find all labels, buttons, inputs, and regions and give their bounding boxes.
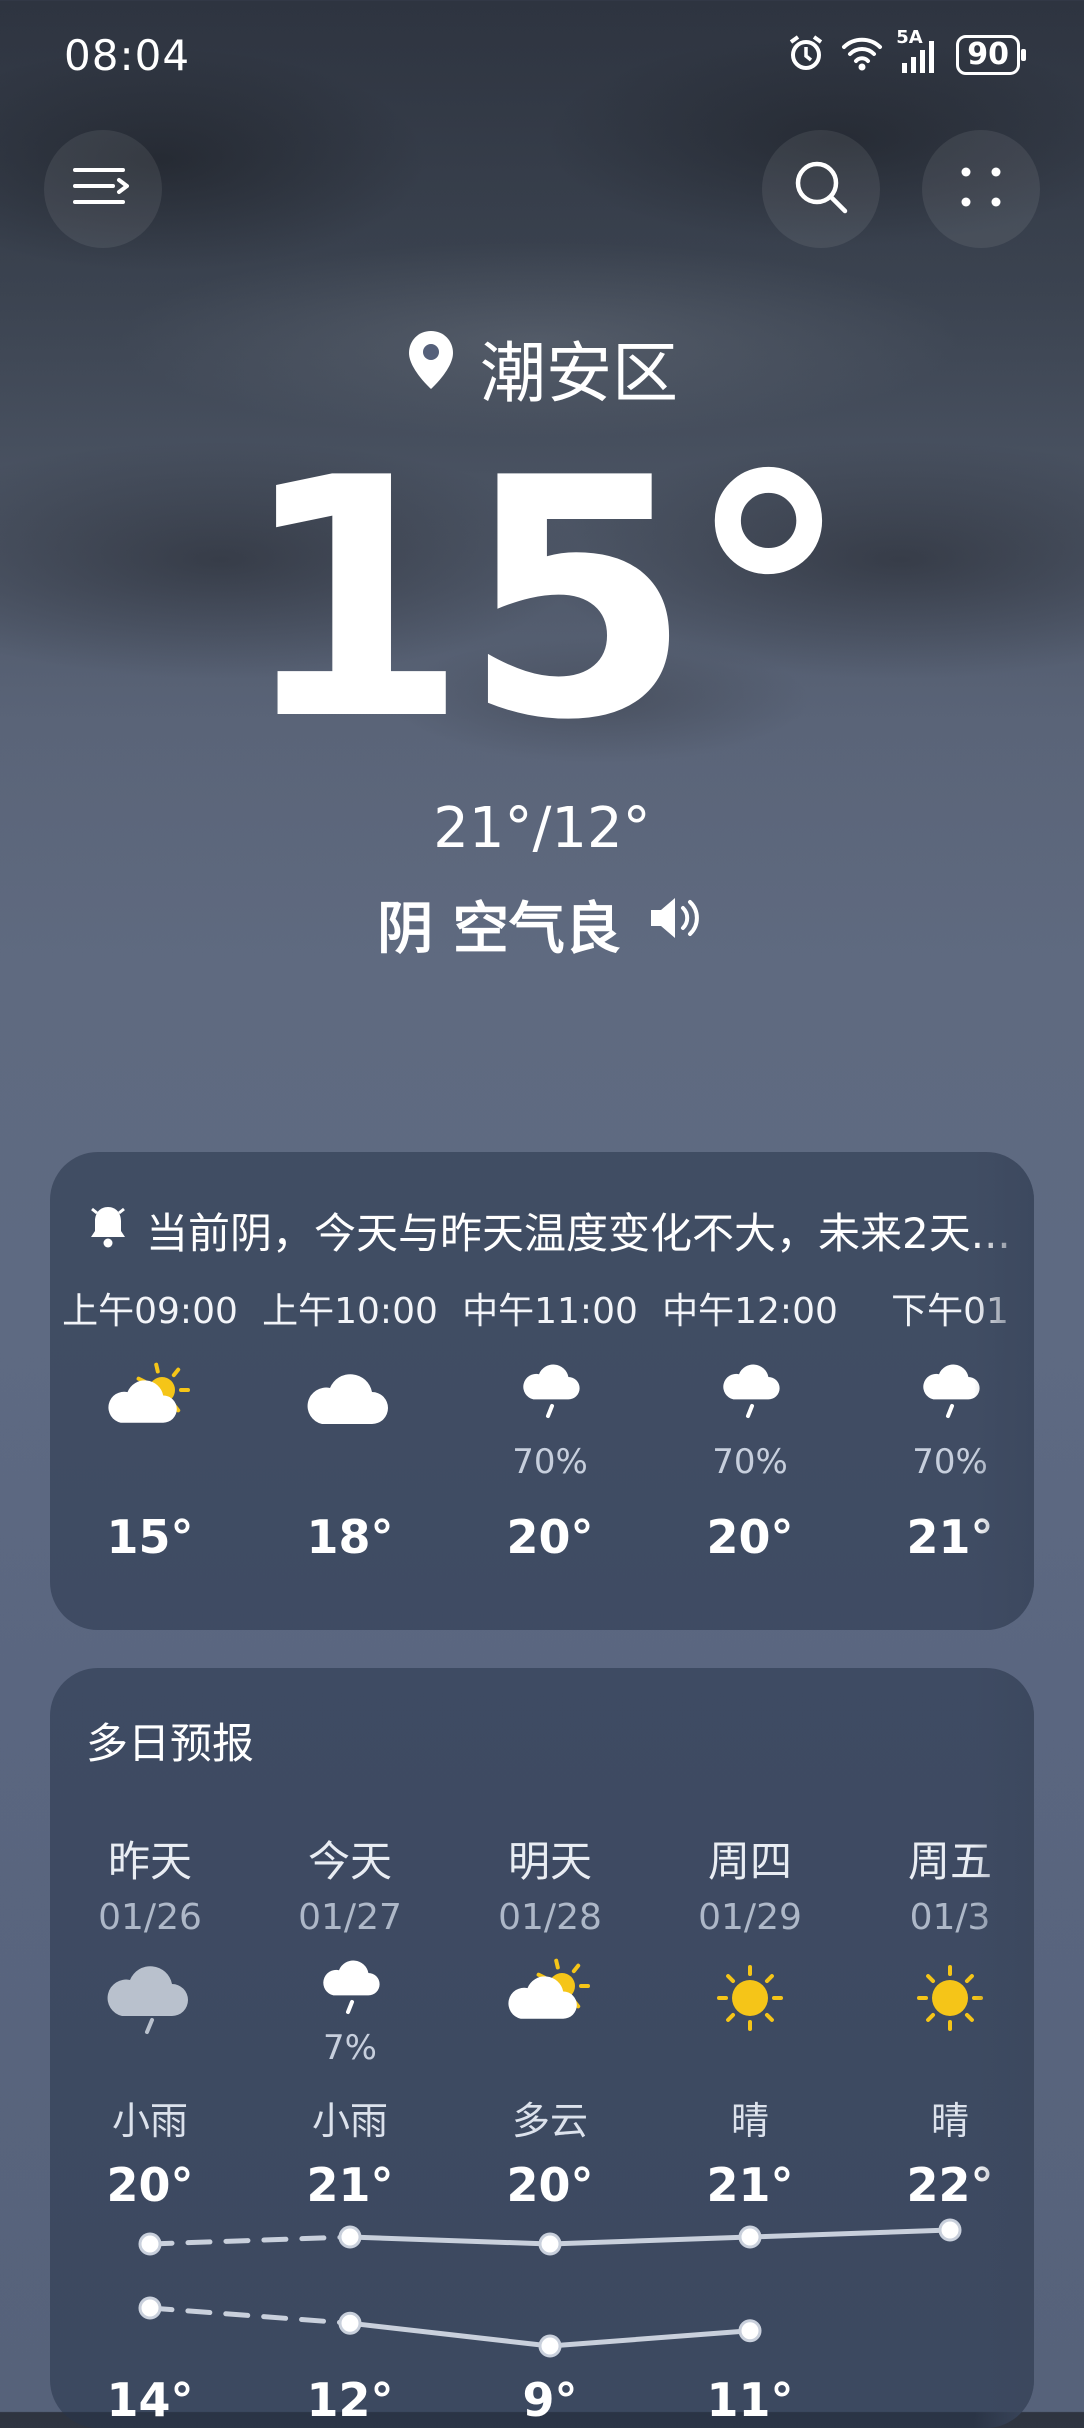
- status-time: 08:04: [64, 30, 191, 80]
- hour-precip: 70%: [712, 1442, 788, 1482]
- hour-item[interactable]: 中午11:00 70% 20°: [450, 1282, 650, 1564]
- low-temp-point: [138, 2296, 162, 2320]
- top-toolbar: [44, 130, 1040, 250]
- search-icon: [791, 157, 851, 221]
- high-temp-point: [538, 2232, 562, 2256]
- hourly-list[interactable]: 上午09:00 15° 上午10:00 18° 中午11:00 70% 20° 中午1…: [50, 1282, 1034, 1622]
- low-temp-point: [338, 2311, 362, 2335]
- status-icons: 5A 90: [786, 27, 1026, 77]
- low-temp-point: [538, 2334, 562, 2358]
- hourly-forecast-card[interactable]: 当前阴，今天与昨天温度变化不大，未来2天... 上午09:00 15° 上午10:…: [50, 1152, 1034, 1630]
- menu-icon: [73, 162, 133, 216]
- network-type: 5A: [896, 27, 923, 48]
- low-temp-segment: [147, 2305, 353, 2326]
- hour-item[interactable]: 中午12:00 70% 20°: [650, 1282, 850, 1564]
- condition-text: 阴 空气良: [377, 897, 621, 962]
- hour-item[interactable]: 上午10:00 18°: [250, 1282, 450, 1564]
- speaker-icon: [647, 892, 707, 957]
- scroll-fade: [974, 1152, 1034, 1630]
- speaker-button[interactable]: [647, 892, 707, 957]
- hour-precip: 70%: [512, 1442, 588, 1482]
- high-temp-point: [938, 2218, 962, 2242]
- high-temp-point: [738, 2225, 762, 2249]
- scroll-fade: [974, 1668, 1034, 2428]
- location-name: 潮安区: [480, 335, 678, 412]
- high-temp-point: [138, 2232, 162, 2256]
- search-button[interactable]: [762, 130, 880, 248]
- hour-time: 上午10:00: [262, 1291, 438, 1332]
- hour-time: 中午11:00: [462, 1291, 638, 1332]
- alert-text: 当前阴，今天与昨天温度变化不大，未来2天...: [146, 1209, 1011, 1258]
- high-temp-segment: [347, 2234, 553, 2247]
- high-temp-point: [338, 2225, 362, 2249]
- low-temp-point: [738, 2319, 762, 2343]
- hour-time: 中午12:00: [662, 1291, 838, 1332]
- grid-dots-icon: [956, 162, 1006, 216]
- hour-time: 上午09:00: [62, 1291, 238, 1332]
- hour-item[interactable]: 上午09:00 15°: [50, 1282, 250, 1564]
- wifi-icon: [840, 33, 884, 77]
- signal-icon: 5A: [896, 27, 942, 75]
- hour-temp: 18°: [306, 1510, 394, 1564]
- weather-alert[interactable]: 当前阴，今天与昨天温度变化不大，未来2天...: [88, 1200, 1014, 1261]
- hour-temp: 20°: [706, 1510, 794, 1564]
- location-header[interactable]: 潮安区: [0, 320, 1084, 416]
- alarm-icon: [786, 33, 826, 77]
- status-bar: 08:04 5A 90: [64, 27, 1026, 80]
- light-rain-icon: [700, 1362, 800, 1442]
- more-button[interactable]: [922, 130, 1040, 248]
- light-rain-icon: [500, 1362, 600, 1442]
- partly-cloudy-icon: [100, 1362, 200, 1442]
- bell-icon: [88, 1203, 128, 1259]
- menu-button[interactable]: [44, 130, 162, 248]
- temperature-range: 21°/12°: [433, 796, 651, 861]
- high-temp-segment: [747, 2227, 953, 2240]
- high-temp-segment: [147, 2234, 353, 2247]
- daily-forecast-card[interactable]: 多日预报 昨天 01/26 小雨 20° 14° 今天 01/27 7% 小雨 2…: [50, 1668, 1034, 2428]
- temperature-curve: [138, 2218, 962, 2358]
- battery-indicator: 90: [956, 35, 1026, 75]
- current-condition: 阴 空气良: [0, 884, 1084, 965]
- cloud-icon: [300, 1362, 400, 1442]
- location-pin-icon: [406, 329, 456, 407]
- hour-temp: 15°: [106, 1510, 194, 1564]
- low-temp-segment: [547, 2328, 753, 2349]
- high-temp-segment: [547, 2234, 753, 2247]
- current-temperature: 15°: [238, 408, 851, 792]
- low-temp-segment: [347, 2320, 553, 2349]
- hour-temp: 20°: [506, 1510, 594, 1564]
